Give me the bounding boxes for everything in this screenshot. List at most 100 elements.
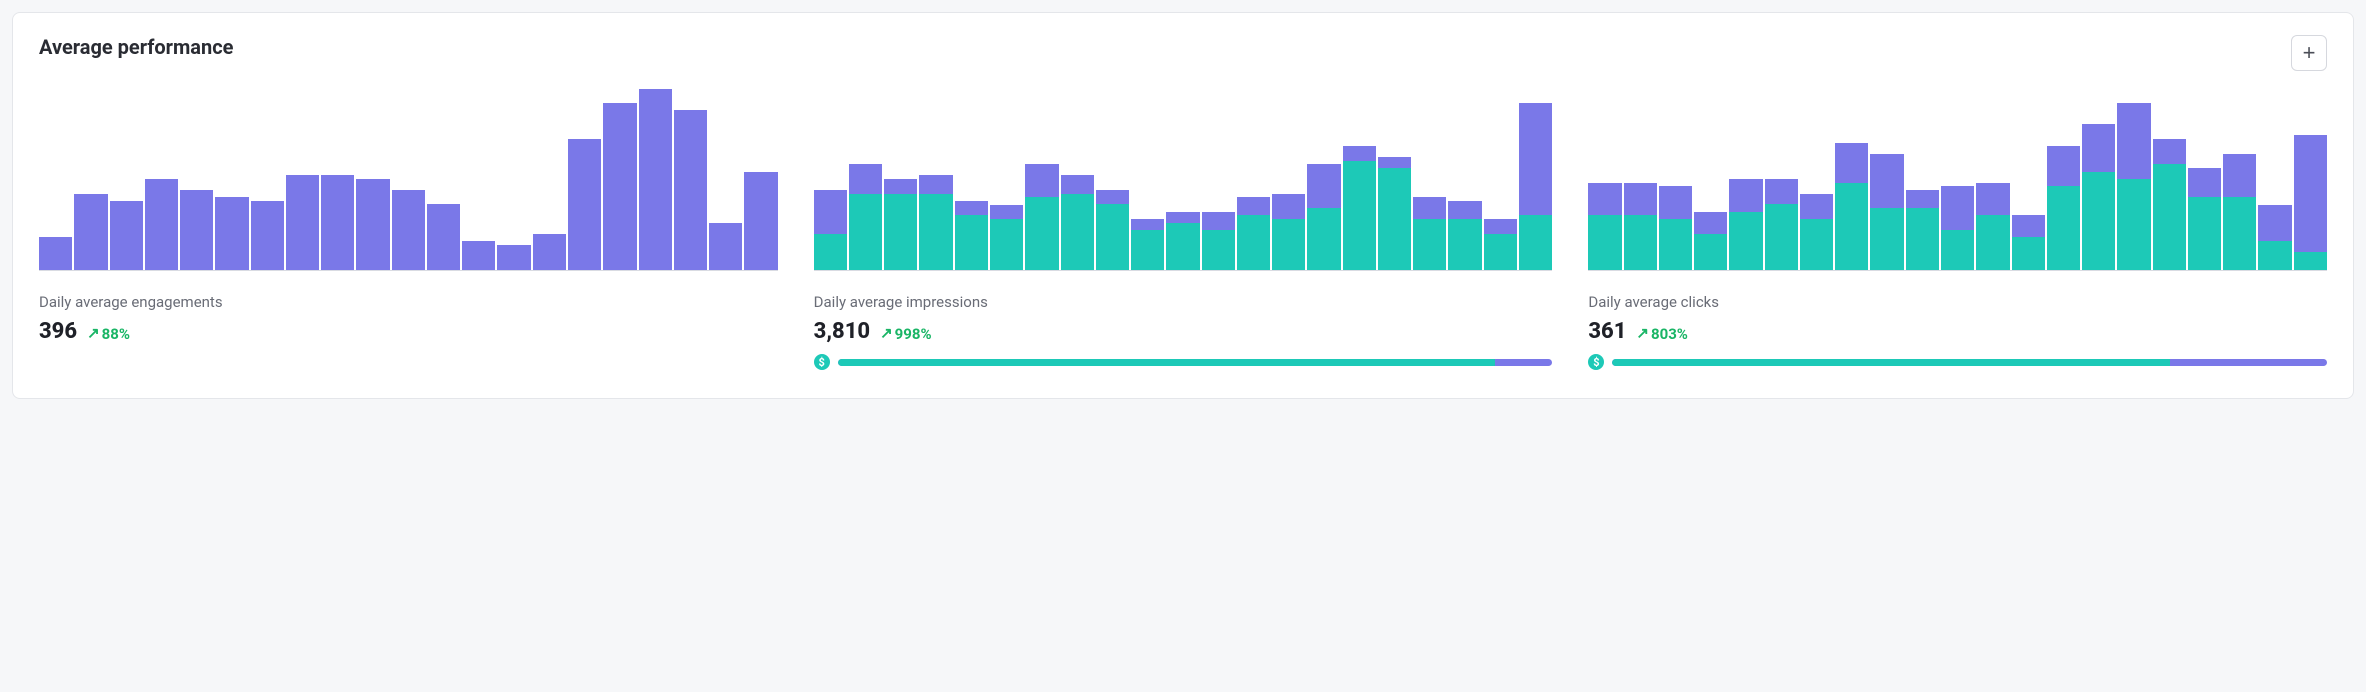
bar-segment-paid (1272, 194, 1305, 219)
bar-segment-paid (1484, 219, 1517, 234)
bar-segment-paid (321, 175, 354, 270)
bar-segment-organic (1202, 230, 1235, 270)
bar-segment-paid (2047, 146, 2080, 186)
bar-segment-paid (709, 223, 742, 270)
bar-segment-paid (1835, 143, 1868, 183)
bar-segment-organic (1237, 215, 1270, 270)
bar-segment-paid (356, 179, 389, 270)
bar-segment-paid (180, 190, 213, 270)
bar (1941, 89, 1974, 270)
bar (2223, 89, 2256, 270)
bar (1870, 89, 1903, 270)
bar-segment-paid (462, 241, 495, 270)
bar (1729, 89, 1762, 270)
bar (2117, 89, 2150, 270)
bar (1906, 89, 1939, 270)
average-performance-card: Average performance + Daily average enga… (12, 12, 2354, 399)
bar (1166, 89, 1199, 270)
bar (1694, 89, 1727, 270)
bar-segment-organic (2012, 237, 2045, 270)
bar-segment-paid (145, 179, 178, 270)
bar-segment-paid (674, 110, 707, 270)
bar-segment-paid (1765, 179, 1798, 204)
bar (1343, 89, 1376, 270)
bar (356, 89, 389, 270)
bar-segment-paid (1343, 146, 1376, 161)
bar (2294, 89, 2327, 270)
trend-up-icon: ↗ (87, 326, 100, 341)
bar-segment-organic (1835, 183, 1868, 270)
bar (1272, 89, 1305, 270)
bar (674, 89, 707, 270)
bar (744, 89, 777, 270)
bar (392, 89, 425, 270)
bar-segment-paid (1624, 183, 1657, 216)
bar-segment-paid (849, 164, 882, 193)
bar-segment-paid (286, 175, 319, 270)
bar-segment-paid (1729, 179, 1762, 212)
bar (2188, 89, 2221, 270)
bar-segment-organic (919, 194, 952, 270)
bar (955, 89, 988, 270)
bar-segment-organic (1870, 208, 1903, 270)
bar (1659, 89, 1692, 270)
bar-segment-organic (1694, 234, 1727, 270)
metric-change-value: 803% (1651, 325, 1688, 343)
bar-segment-paid (1202, 212, 1235, 230)
bar (884, 89, 917, 270)
bar-segment-organic (1976, 215, 2009, 270)
bar-segment-paid (744, 172, 777, 270)
metric-value: 396 (39, 319, 77, 344)
bar-segment-organic (1413, 219, 1446, 270)
bar-segment-organic (1131, 230, 1164, 270)
bar-segment-paid (1519, 103, 1552, 216)
bar (1202, 89, 1235, 270)
bar-segment-paid (2153, 139, 2186, 164)
distribution-bar: $ (1588, 354, 2327, 370)
bar-segment-paid (1025, 164, 1058, 197)
bar-segment-organic (2188, 197, 2221, 270)
bar-segment-paid (39, 237, 72, 270)
bar-segment-paid (74, 194, 107, 270)
bar (1835, 89, 1868, 270)
bar (849, 89, 882, 270)
bar (568, 89, 601, 270)
bar-segment-organic (1378, 168, 1411, 270)
chart-column: Daily average impressions3,810↗998%$ (814, 89, 1553, 370)
bar-segment-paid (2012, 215, 2045, 237)
bar-segment-paid (392, 190, 425, 270)
plus-icon: + (2303, 42, 2316, 64)
metric-label: Daily average impressions (814, 293, 1553, 311)
add-button[interactable]: + (2291, 35, 2327, 71)
bar-segment-organic (1096, 204, 1129, 270)
bar (533, 89, 566, 270)
metric-label: Daily average clicks (1588, 293, 2327, 311)
bar-segment-paid (215, 197, 248, 270)
bar (639, 89, 672, 270)
bar (215, 89, 248, 270)
bar-segment-organic (1624, 215, 1657, 270)
bar-segment-paid (1413, 197, 1446, 219)
bar-chart (39, 89, 778, 271)
bar-segment-paid (1448, 201, 1481, 219)
bar-segment-organic (1906, 208, 1939, 270)
bar (1096, 89, 1129, 270)
currency-icon: $ (1588, 354, 1604, 370)
bar-chart (1588, 89, 2327, 271)
bar-segment-paid (884, 179, 917, 194)
metric-value: 361 (1588, 319, 1626, 344)
bar-segment-paid (1659, 186, 1692, 219)
bar-segment-organic (1588, 215, 1621, 270)
bar-segment-organic (1061, 194, 1094, 270)
bar-segment-paid (2082, 124, 2115, 171)
metric-change: ↗998% (880, 325, 932, 343)
bar-segment-organic (955, 215, 988, 270)
metric-change-value: 998% (895, 325, 932, 343)
distribution-fill (838, 359, 1495, 366)
bar-segment-organic (814, 234, 847, 270)
bar-segment-paid (1237, 197, 1270, 215)
metric-change-value: 88% (102, 325, 130, 343)
bar-segment-paid (1061, 175, 1094, 193)
bar-segment-organic (2258, 241, 2291, 270)
bar (1378, 89, 1411, 270)
